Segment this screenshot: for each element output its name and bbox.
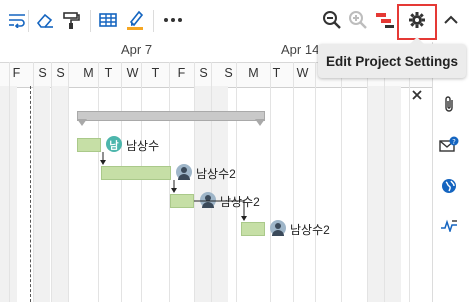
globe-icon[interactable] — [441, 178, 457, 199]
tooltip-edit-project-settings: Edit Project Settings — [318, 37, 466, 78]
svg-text:?: ? — [452, 138, 456, 146]
mail-icon[interactable]: ? — [439, 136, 459, 159]
paperclip-icon[interactable] — [442, 95, 456, 118]
right-side-panel — [432, 42, 469, 302]
activity-icon[interactable] — [440, 218, 458, 237]
collapse-icon[interactable] — [440, 9, 462, 31]
